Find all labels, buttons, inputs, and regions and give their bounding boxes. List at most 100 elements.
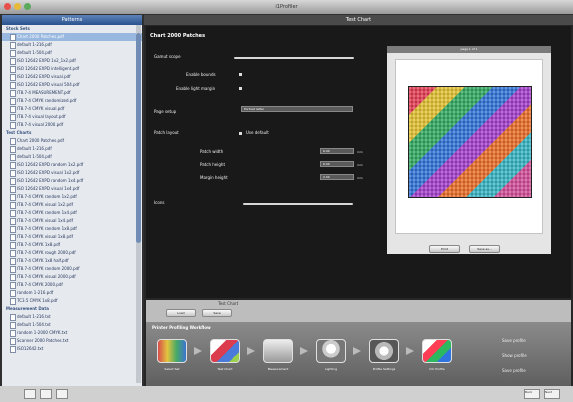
enable-bounds-label: Enable bounds [186, 72, 216, 77]
sidebar-item[interactable]: random 1-2000 CMYK.txt [2, 329, 142, 337]
icons-slider[interactable] [243, 203, 353, 205]
enable-light-margin-checkbox[interactable] [239, 87, 242, 90]
sidebar-item[interactable]: Chart 2000 Patches.pdf [2, 33, 142, 41]
sidebar-item[interactable]: IT8.7-4 CMYK visual 1x8.pdf [2, 233, 142, 241]
enable-bounds-checkbox[interactable] [239, 73, 242, 76]
next-step-arrow-icon [194, 347, 202, 355]
sidebar-item[interactable]: ISO 12642 EXPD visual.pdf [2, 73, 142, 81]
sidebar-item[interactable]: IT8.7-4 CMYK visual 1x2.pdf [2, 201, 142, 209]
profile-settings-step[interactable]: Profile Settings [365, 335, 403, 374]
sidebar-item[interactable]: Chart 2000 Patches.pdf [2, 137, 142, 145]
sidebar-item[interactable]: IT8.7-4 visual 2000.pdf [2, 121, 142, 129]
sidebar-item[interactable]: IT8.7-4 CMYK randomized.pdf [2, 97, 142, 105]
preview-paper [395, 59, 543, 234]
sidebar-item[interactable]: ISO 12642 EXPD random 1x4.pdf [2, 177, 142, 185]
main-panel: Test Chart Chart 2000 Patches Gamut scop… [144, 15, 573, 386]
sidebar-item[interactable]: Scanner 2000 Patches.txt [2, 337, 142, 345]
settings-gear-icon [369, 339, 399, 363]
patches-icon [157, 339, 187, 363]
main-title: Test Chart [144, 15, 573, 25]
close-window-icon[interactable] [4, 3, 11, 10]
sidebar-item[interactable]: IT8.7-4 CMYK 1x8 half.pdf [2, 257, 142, 265]
margin-height-unit: mm [357, 176, 363, 180]
save-button[interactable]: Save [202, 309, 232, 317]
patch-width-field[interactable]: 6.00 [320, 148, 354, 154]
status-bar: < ? > Back Next [0, 386, 573, 402]
sidebar-item[interactable]: IT8.7-4 CMYK 2000.pdf [2, 281, 142, 289]
sidebar-item[interactable]: default 1-504.pdf [2, 153, 142, 161]
sidebar-item[interactable]: default 1-216.pdf [2, 145, 142, 153]
sidebar-item[interactable]: IT8.7-4 CMYK random 2000.pdf [2, 265, 142, 273]
sidebar-item[interactable]: IT8.7-4 MEASUREMENT.pdf [2, 89, 142, 97]
print-button[interactable]: Print [429, 245, 460, 253]
previous-button[interactable]: < [24, 389, 36, 399]
sidebar-item[interactable]: IT8.7-4 CMYK rough 2000.pdf [2, 249, 142, 257]
chart-title: Chart 2000 Patches [150, 33, 206, 39]
next-small-button[interactable]: > [56, 389, 68, 399]
workflow-side-text: Save profile [502, 338, 526, 343]
window-controls [4, 3, 31, 10]
icc-profile-icon [422, 339, 452, 363]
zoom-window-icon[interactable] [24, 3, 31, 10]
sidebar-item[interactable]: random 1-216.pdf [2, 289, 142, 297]
sidebar-scroll-thumb[interactable] [136, 33, 141, 243]
sidebar-item[interactable]: ISO12642.txt [2, 345, 142, 353]
page-setup-label: Page setup [154, 109, 177, 114]
measurement-step[interactable]: Measurement [259, 335, 297, 374]
save-as-button[interactable]: Save as... [469, 245, 500, 253]
select-set-step[interactable]: Select Set [153, 335, 191, 374]
sidebar-item[interactable]: default 1-504.pdf [2, 49, 142, 57]
sidebar-group[interactable]: Test Charts [2, 129, 142, 137]
back-button[interactable]: Back [524, 389, 540, 399]
minimize-window-icon[interactable] [14, 3, 21, 10]
margin-height-label: Margin height [200, 175, 228, 180]
page-setup-field[interactable]: Portrait letter [241, 106, 353, 112]
controls-title: Test Chart [218, 301, 239, 306]
gamut-scope-slider[interactable] [234, 57, 354, 59]
load-button[interactable]: Load [166, 309, 196, 317]
next-button[interactable]: Next [544, 389, 560, 399]
sidebar-item[interactable]: IT8.7-4 CMYK random 1x4.pdf [2, 209, 142, 217]
enable-light-margin-label: Enable light margin [176, 86, 216, 91]
sidebar-item[interactable]: default 1-216.txt [2, 313, 142, 321]
step-label: Lighting [324, 367, 338, 371]
step-label: Test Chart [217, 367, 233, 371]
preview-page-label: page 1 of 1 [387, 46, 551, 53]
chart-settings-panel: Chart 2000 Patches Gamut scope Enable bo… [146, 26, 571, 298]
patch-height-field[interactable]: 6.00 [320, 161, 354, 167]
next-step-arrow-icon [247, 347, 255, 355]
test-chart-controls: Test Chart Load Save [146, 300, 571, 322]
sidebar-item[interactable]: IT8.7-4 CMYK visual 1x4.pdf [2, 217, 142, 225]
sidebar-item[interactable]: ISO 12642 EXPD visual 1x2.pdf [2, 169, 142, 177]
sidebar-item[interactable]: ISO 12642 EXPD intelligent.pdf [2, 65, 142, 73]
test-chart-icon [210, 339, 240, 363]
lighting-step[interactable]: Lighting [312, 335, 350, 374]
icc-profile-step[interactable]: ICC Profile [418, 335, 456, 374]
sidebar-item[interactable]: default 1-504.txt [2, 321, 142, 329]
measurement-device-icon [263, 339, 293, 363]
sidebar-item[interactable]: IT8.7-4 CMYK random 1x8.pdf [2, 225, 142, 233]
sidebar-item[interactable]: IT8.7-4 CMYK random 1x2.pdf [2, 193, 142, 201]
step-label: ICC Profile [429, 367, 445, 371]
sidebar-item[interactable]: ISO 12642 EXPD visual 504.pdf [2, 81, 142, 89]
sidebar-item[interactable]: ISO 12642 EXPD visual 1x4.pdf [2, 185, 142, 193]
sidebar-item[interactable]: IT8.7-4 CMYK visual 2000.pdf [2, 273, 142, 281]
sidebar-group[interactable]: Stock Sets [2, 25, 142, 33]
pattern-sidebar: Patterns Stock Sets Chart 2000 Patches.pd… [2, 15, 142, 386]
sidebar-item[interactable]: ISO 12642 EXPD 1x2_1x2.pdf [2, 57, 142, 65]
margin-height-field[interactable]: 2.00 [320, 174, 354, 180]
sidebar-item[interactable]: IT8.7-4 visual layout.pdf [2, 113, 142, 121]
chart-preview: page 1 of 1 Print Save as... [387, 46, 551, 254]
sidebar-item[interactable]: IT8.7-4 CMYK 1x8.pdf [2, 241, 142, 249]
patch-width-unit: mm [357, 150, 363, 154]
use-default-checkbox[interactable] [239, 132, 242, 135]
sidebar-item[interactable]: IT8.7-4 CMYK visual.pdf [2, 105, 142, 113]
sidebar-item[interactable]: default 1-216.pdf [2, 41, 142, 49]
test-chart-step[interactable]: Test Chart [206, 335, 244, 374]
patch-layout-label: Patch layout [154, 130, 179, 135]
sidebar-group[interactable]: Measurement Data [2, 305, 142, 313]
sidebar-item[interactable]: TC3.5 CMYK 1x8.pdf [2, 297, 142, 305]
sidebar-item[interactable]: ISO 12642 EXPD random 1x2.pdf [2, 161, 142, 169]
help-button[interactable]: ? [40, 389, 52, 399]
next-step-arrow-icon [300, 347, 308, 355]
